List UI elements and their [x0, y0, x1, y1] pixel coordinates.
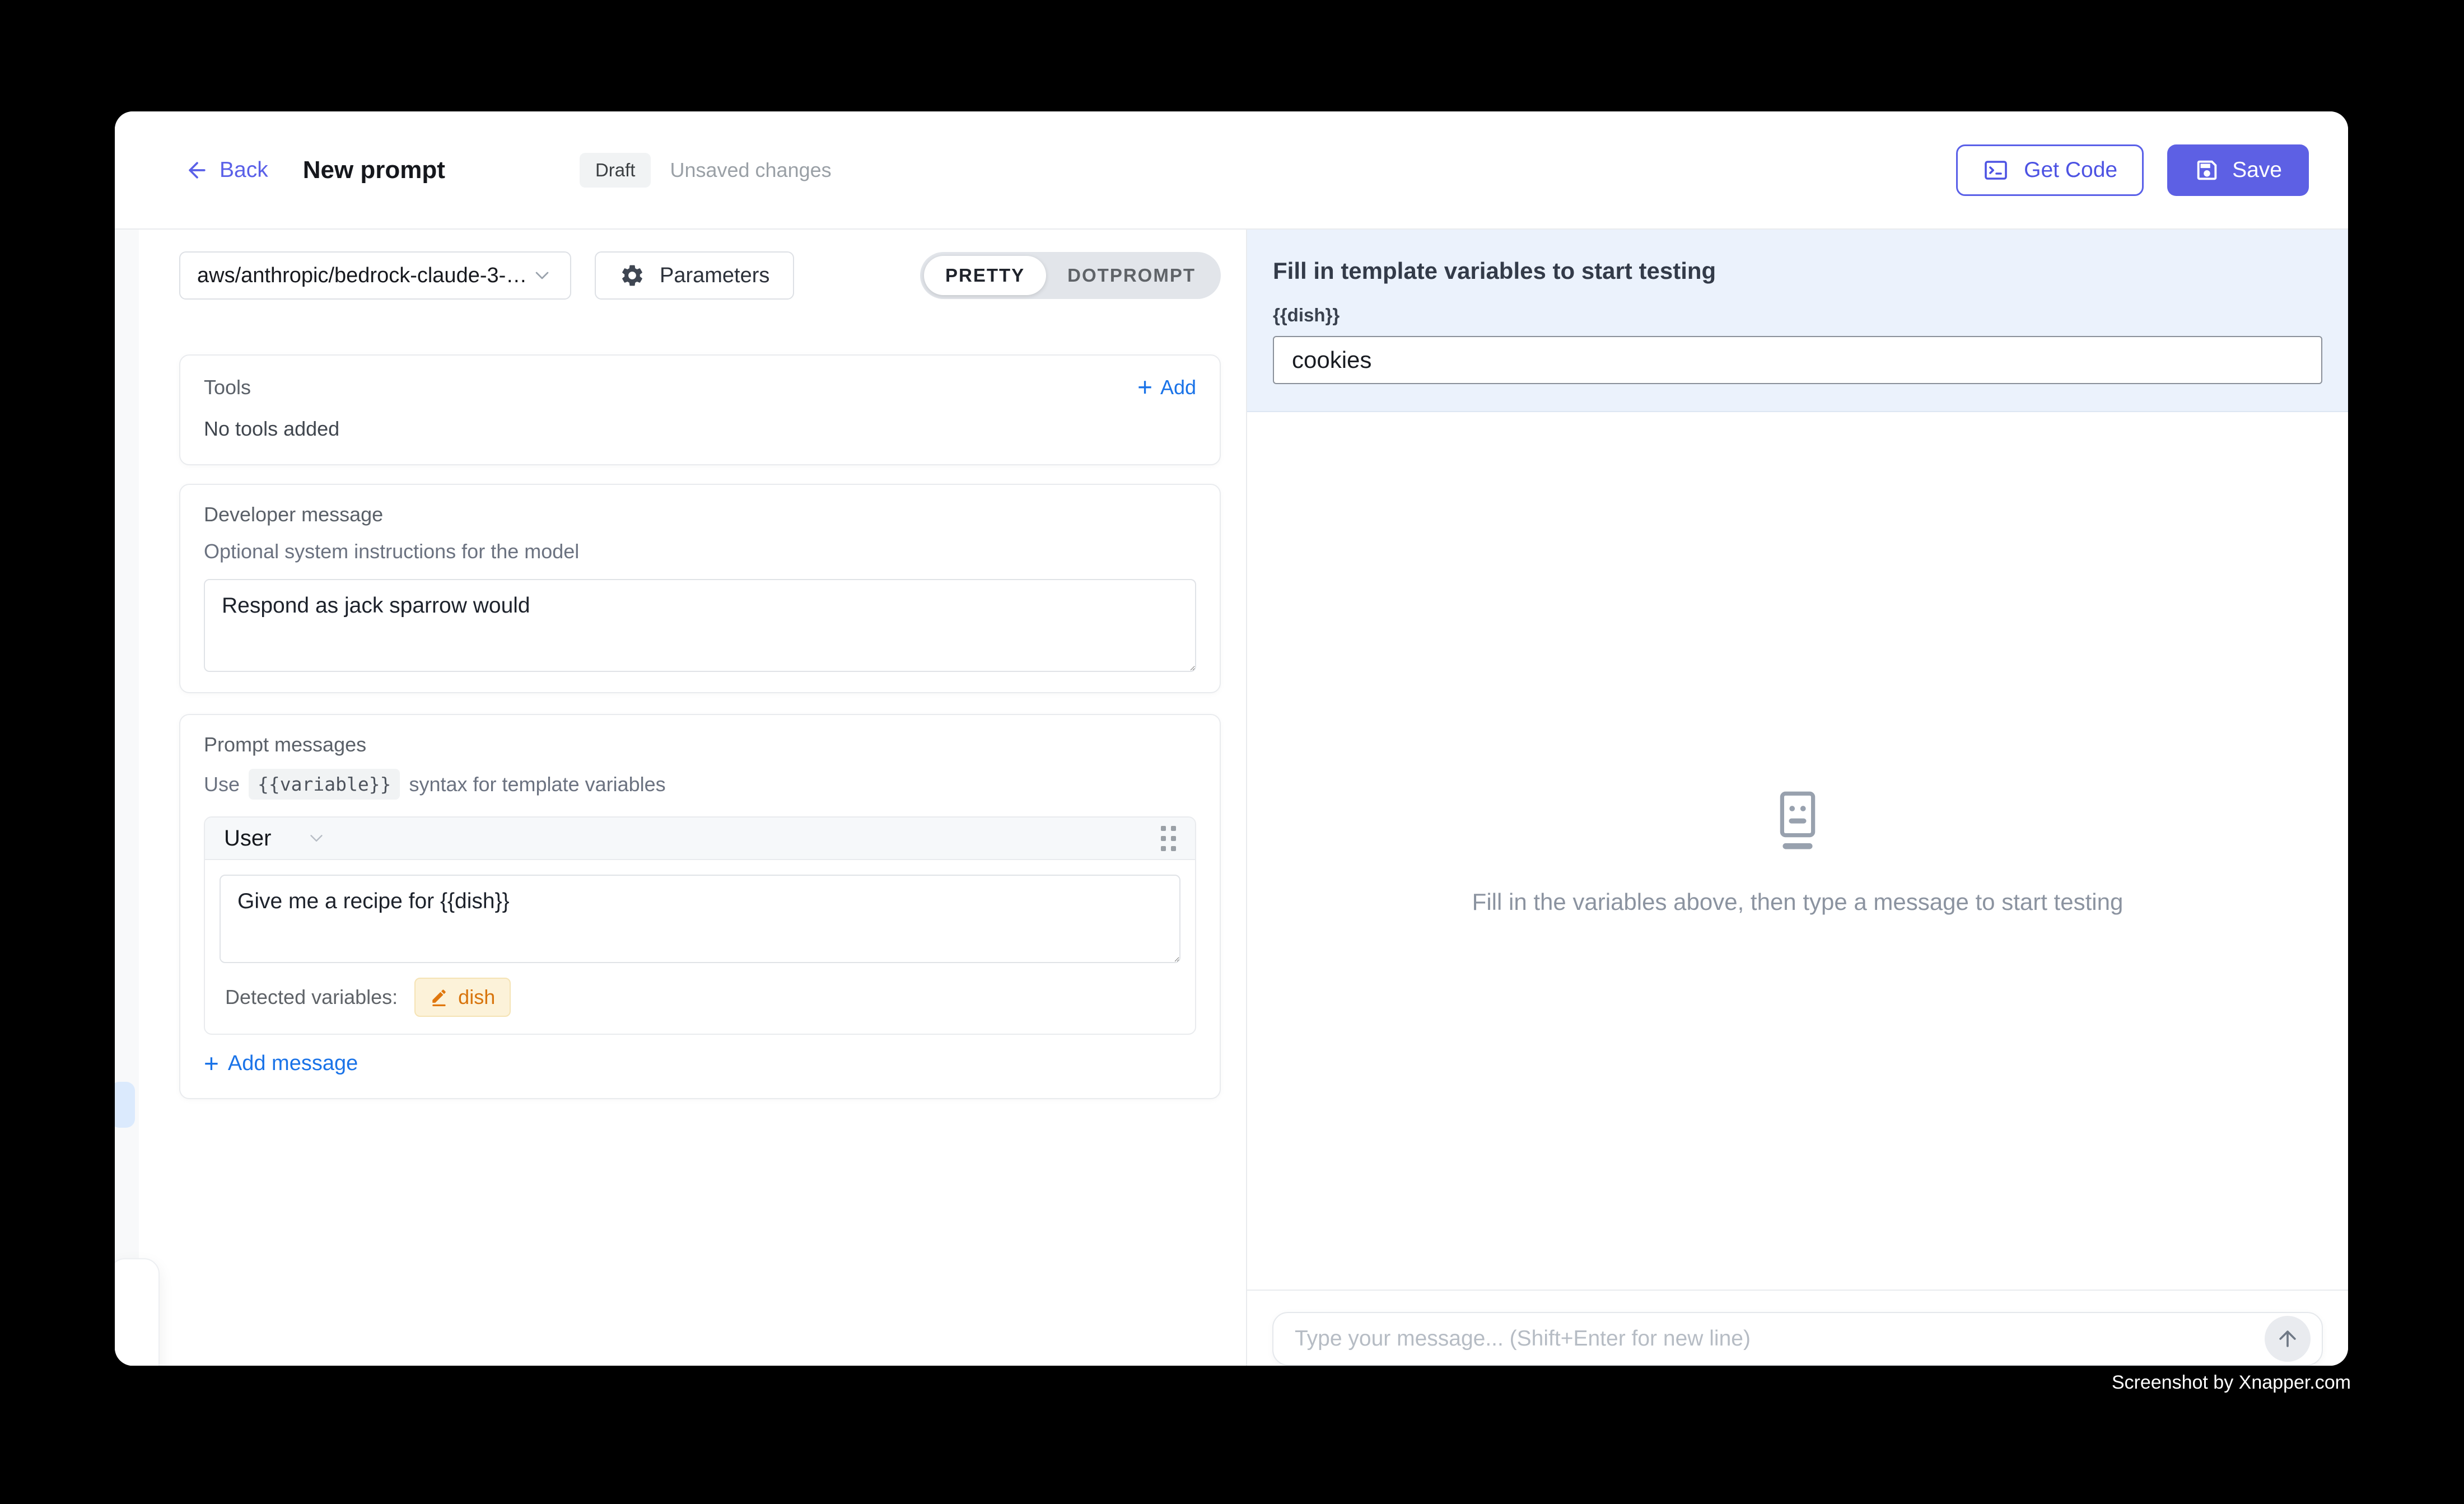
template-variables-panel: Fill in template variables to start test…: [1247, 230, 2348, 412]
watermark-text: Screenshot by Xnapper.com: [2112, 1372, 2351, 1394]
chat-input-container: [1272, 1312, 2323, 1366]
plus-icon: +: [1137, 376, 1152, 399]
developer-message-title: Developer message: [204, 503, 1196, 526]
dish-variable-input[interactable]: [1273, 336, 2322, 384]
page-title: New prompt: [303, 156, 445, 184]
tools-card-header: Tools + Add: [204, 376, 1196, 399]
dish-variable-label: {{dish}}: [1273, 305, 2322, 326]
role-selector[interactable]: User: [224, 826, 327, 851]
prompt-messages-title: Prompt messages: [204, 733, 1196, 756]
developer-message-card: Developer message Optional system instru…: [179, 484, 1221, 693]
parameters-label: Parameters: [660, 264, 769, 288]
drag-handle-icon[interactable]: [1161, 826, 1176, 851]
screenshot-canvas: Back New prompt Draft Unsaved changes Ge…: [0, 0, 2464, 1504]
add-tool-button[interactable]: + Add: [1137, 376, 1196, 399]
add-message-label: Add message: [228, 1052, 358, 1076]
plus-icon: +: [204, 1052, 219, 1075]
sidebar-popover: [115, 1258, 160, 1366]
chevron-down-icon: [306, 828, 327, 849]
toggle-option-dotprompt[interactable]: DOTPROMPT: [1046, 256, 1217, 295]
back-label: Back: [220, 158, 268, 183]
role-value: User: [224, 826, 271, 851]
collapsed-sidebar: [115, 230, 139, 1366]
empty-state-text: Fill in the variables above, then type a…: [1472, 889, 2124, 916]
robot-face-icon: [1769, 787, 1826, 853]
variable-badge-dish[interactable]: dish: [414, 978, 511, 1017]
detected-variables-row: Detected variables: dish: [205, 963, 1195, 1034]
gear-icon: [619, 263, 645, 288]
subtitle-prefix: Use: [204, 773, 240, 796]
developer-message-textarea[interactable]: Respond as jack sparrow would: [204, 579, 1196, 672]
prompt-messages-subtitle: Use {{variable}} syntax for template var…: [204, 769, 1196, 800]
prompt-messages-card: Prompt messages Use {{variable}} syntax …: [179, 714, 1221, 1099]
tools-empty-text: No tools added: [204, 417, 1196, 441]
model-row: aws/anthropic/bedrock-claude-3-5-s... Pa…: [179, 251, 1221, 300]
variable-syntax-chip: {{variable}}: [249, 769, 400, 800]
back-button[interactable]: Back: [185, 158, 268, 183]
arrow-up-icon: [2275, 1326, 2300, 1351]
detected-variables-label: Detected variables:: [225, 985, 398, 1009]
main-area: aws/anthropic/bedrock-claude-3-5-s... Pa…: [115, 230, 2348, 1366]
message-header: User: [205, 818, 1195, 860]
message-body: Give me a recipe for {{dish}}: [205, 860, 1195, 963]
save-icon: [2194, 157, 2220, 183]
tools-title: Tools: [204, 376, 251, 399]
variable-name: dish: [458, 985, 495, 1009]
format-toggle: PRETTY DOTPROMPT: [920, 252, 1221, 299]
toggle-option-pretty[interactable]: PRETTY: [924, 256, 1046, 295]
add-tool-label: Add: [1160, 376, 1196, 399]
developer-message-subtitle: Optional system instructions for the mod…: [204, 540, 1196, 563]
save-button[interactable]: Save: [2167, 144, 2309, 196]
chat-empty-state: Fill in the variables above, then type a…: [1247, 412, 2348, 1290]
editor-content: aws/anthropic/bedrock-claude-3-5-s... Pa…: [139, 230, 1246, 1366]
model-selector[interactable]: aws/anthropic/bedrock-claude-3-5-s...: [179, 251, 571, 300]
prompt-editor-panel: aws/anthropic/bedrock-claude-3-5-s... Pa…: [115, 230, 1246, 1366]
test-panel: Fill in template variables to start test…: [1247, 230, 2348, 1366]
top-bar: Back New prompt Draft Unsaved changes Ge…: [115, 111, 2348, 230]
template-variables-title: Fill in template variables to start test…: [1273, 258, 2322, 284]
add-message-button[interactable]: + Add message: [204, 1052, 358, 1076]
subtitle-suffix: syntax for template variables: [409, 773, 665, 796]
chevron-down-icon: [531, 264, 553, 287]
message-textarea[interactable]: Give me a recipe for {{dish}}: [220, 875, 1180, 963]
unsaved-changes-text: Unsaved changes: [670, 158, 831, 182]
status-badge: Draft: [580, 153, 651, 188]
send-button[interactable]: [2265, 1316, 2311, 1362]
sidebar-active-item[interactable]: [115, 1082, 135, 1128]
pencil-icon: [430, 988, 449, 1007]
get-code-button[interactable]: Get Code: [1956, 144, 2144, 196]
model-selector-value: aws/anthropic/bedrock-claude-3-5-s...: [197, 264, 531, 288]
parameters-button[interactable]: Parameters: [595, 251, 794, 300]
get-code-label: Get Code: [2024, 158, 2117, 183]
chat-input-bar: [1247, 1290, 2348, 1366]
arrow-left-icon: [185, 158, 209, 183]
tools-card: Tools + Add No tools added: [179, 354, 1221, 465]
message-block: User Give me a recipe for: [204, 816, 1196, 1035]
chat-message-input[interactable]: [1295, 1326, 2265, 1351]
app-window: Back New prompt Draft Unsaved changes Ge…: [115, 111, 2348, 1366]
save-label: Save: [2232, 158, 2282, 183]
terminal-icon: [1982, 157, 2009, 184]
